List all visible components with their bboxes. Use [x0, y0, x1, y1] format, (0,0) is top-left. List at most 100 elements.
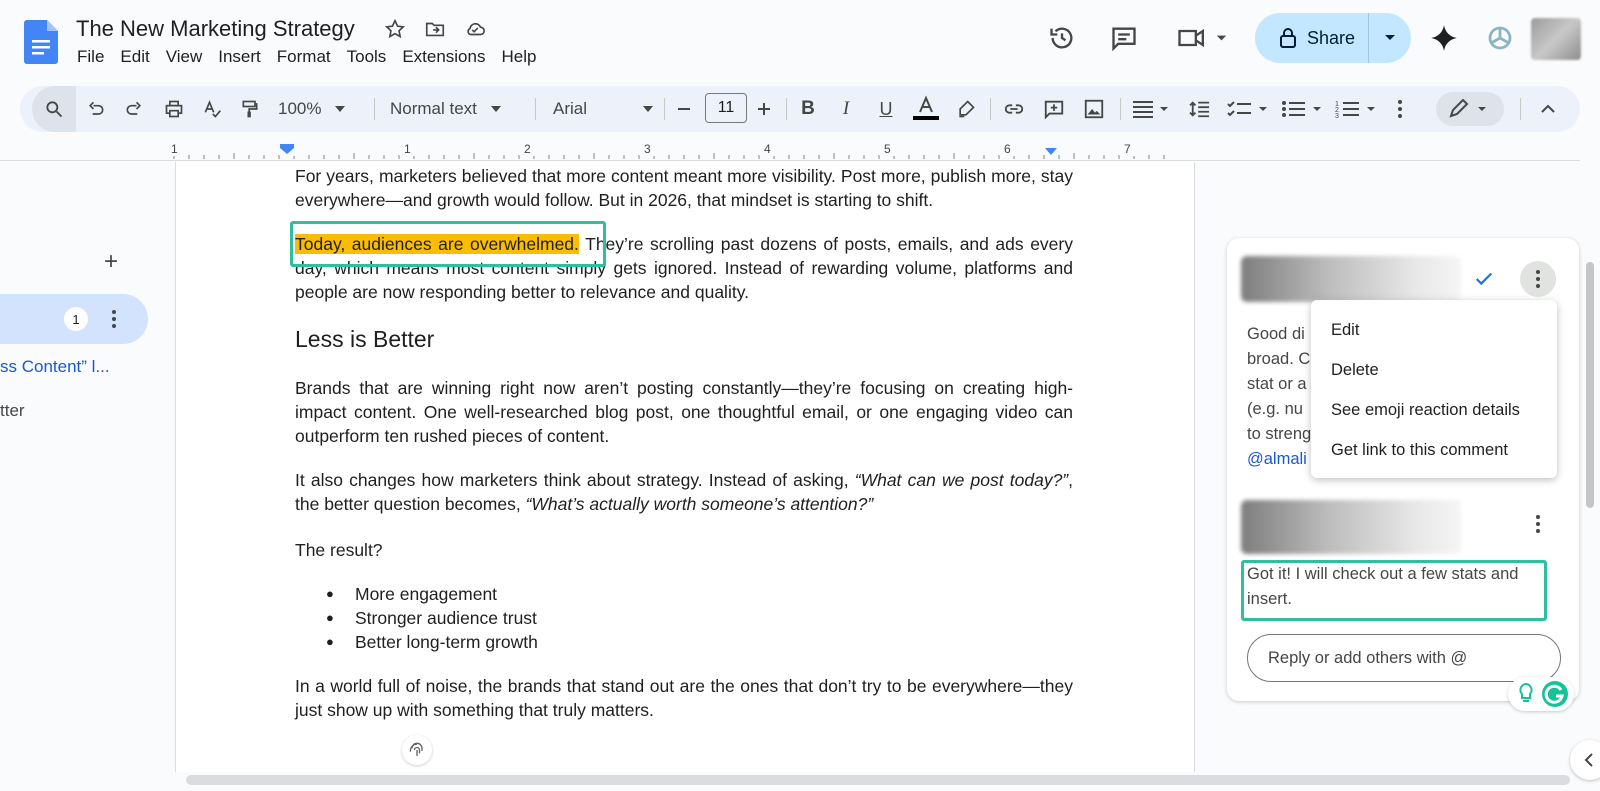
ruler[interactable]: 1 1 2 3 4 5 6 7 — [171, 142, 1195, 160]
tab-count-badge: 1 — [64, 307, 88, 331]
quote-2: “What’s actually worth someone’s attenti… — [525, 494, 874, 514]
menu-view[interactable]: View — [166, 47, 203, 67]
menu-file[interactable]: File — [77, 47, 104, 67]
search-menus-icon[interactable] — [32, 86, 76, 132]
chatgpt-extension-icon[interactable] — [1484, 22, 1516, 54]
list-item[interactable]: Better long-term growth — [326, 630, 538, 654]
font-value: Arial — [553, 99, 588, 118]
ruler-label: 5 — [884, 142, 891, 156]
reply-author-blurred — [1241, 500, 1461, 554]
bold-icon[interactable]: B — [796, 86, 820, 132]
comments-icon[interactable] — [1108, 22, 1140, 54]
redo-icon[interactable] — [120, 86, 148, 132]
menu-insert[interactable]: Insert — [218, 47, 261, 67]
paragraph-4[interactable]: It also changes how marketers think abou… — [295, 468, 1073, 516]
menu-item-delete[interactable]: Delete — [1311, 350, 1557, 390]
reply-annotation-box — [1241, 560, 1547, 621]
paint-format-icon[interactable] — [236, 86, 264, 132]
italic-icon[interactable]: I — [834, 86, 858, 132]
version-history-icon[interactable] — [1046, 22, 1078, 54]
menu-extensions[interactable]: Extensions — [402, 47, 485, 67]
list-item[interactable]: Stronger audience trust — [326, 606, 538, 630]
checklist-icon[interactable] — [1226, 86, 1274, 132]
ruler-label: 3 — [644, 142, 651, 156]
top-bar: The New Marketing Strategy File Edit Vie… — [0, 0, 1600, 78]
share-dropdown-icon[interactable] — [1369, 13, 1411, 63]
insert-image-icon[interactable] — [1080, 86, 1108, 132]
document-title[interactable]: The New Marketing Strategy — [76, 16, 355, 42]
tab-options-icon[interactable] — [104, 307, 124, 331]
underline-icon[interactable]: U — [874, 86, 898, 132]
style-value: Normal text — [390, 99, 477, 118]
right-indent-marker[interactable] — [1045, 148, 1057, 155]
move-folder-icon[interactable] — [424, 18, 446, 40]
ruler-label: 4 — [764, 142, 771, 156]
add-comment-icon[interactable] — [1040, 86, 1068, 132]
left-indent-marker[interactable] — [280, 144, 294, 154]
ruler-divider — [0, 160, 1580, 161]
style-select[interactable]: Normal text — [390, 86, 520, 132]
outline-item[interactable]: tter — [0, 401, 25, 421]
horizontal-scrollbar[interactable] — [186, 775, 1570, 785]
align-icon[interactable] — [1130, 86, 1172, 132]
lock-icon — [1280, 28, 1296, 48]
comment-author-blurred — [1241, 256, 1461, 302]
highlight-color-icon[interactable] — [954, 86, 978, 132]
paragraph-4-text-a: It also changes how marketers think abou… — [295, 470, 855, 490]
meet-video-icon[interactable] — [1176, 22, 1232, 54]
grammarly-widget[interactable] — [1508, 677, 1574, 711]
section-heading[interactable]: Less is Better — [295, 326, 434, 353]
insert-link-icon[interactable] — [1000, 86, 1028, 132]
menu-edit[interactable]: Edit — [120, 47, 149, 67]
menu-tools[interactable]: Tools — [347, 47, 387, 67]
increase-font-size-icon[interactable] — [752, 86, 776, 132]
fingerprint-icon[interactable] — [402, 735, 432, 765]
cloud-saved-icon[interactable] — [464, 18, 486, 40]
star-icon[interactable] — [384, 18, 406, 40]
bullet-list: More engagement Stronger audience trust … — [326, 582, 538, 654]
font-select[interactable]: Arial — [553, 86, 653, 132]
numbered-list-icon[interactable]: 123 — [1334, 86, 1382, 132]
menu-bar: File Edit View Insert Format Tools Exten… — [77, 47, 552, 67]
editing-mode-icon[interactable] — [1436, 92, 1504, 126]
highlight-annotation-box — [290, 221, 606, 267]
more-options-icon[interactable] — [1390, 86, 1410, 132]
reply-input[interactable]: Reply or add others with @ — [1247, 634, 1561, 682]
bulleted-list-icon[interactable] — [1280, 86, 1328, 132]
list-item[interactable]: More engagement — [326, 582, 538, 606]
font-size-input[interactable]: 11 — [705, 93, 747, 123]
paragraph-1[interactable]: For years, marketers believed that more … — [295, 164, 1073, 212]
reply-more-options-icon[interactable] — [1520, 506, 1556, 542]
svg-text:3: 3 — [1335, 113, 1339, 119]
resolve-check-icon[interactable] — [1470, 265, 1498, 293]
menu-item-edit[interactable]: Edit — [1311, 310, 1557, 350]
paragraph-6[interactable]: In a world full of noise, the brands tha… — [295, 674, 1073, 722]
collapse-menus-icon[interactable] — [1534, 86, 1562, 132]
zoom-select[interactable]: 100% — [278, 86, 358, 132]
outline-item-link[interactable]: ss Content” l... — [0, 357, 110, 377]
menu-help[interactable]: Help — [501, 47, 536, 67]
spellcheck-icon[interactable] — [198, 86, 226, 132]
side-panel-toggle[interactable] — [1570, 740, 1600, 780]
docs-logo-icon[interactable] — [24, 20, 58, 64]
decrease-font-size-icon[interactable] — [672, 86, 696, 132]
menu-format[interactable]: Format — [277, 47, 331, 67]
share-button[interactable]: Share — [1255, 13, 1411, 63]
text-color-icon[interactable] — [912, 86, 940, 132]
paragraph-3[interactable]: Brands that are winning right now aren’t… — [295, 376, 1073, 448]
line-spacing-icon[interactable] — [1186, 86, 1214, 132]
ruler-label: 2 — [524, 142, 531, 156]
menu-item-get-link[interactable]: Get link to this comment — [1311, 430, 1557, 470]
undo-icon[interactable] — [82, 86, 110, 132]
zoom-value: 100% — [278, 99, 322, 118]
account-avatar[interactable] — [1531, 18, 1581, 60]
quote-1: “What can we post today?” — [854, 470, 1069, 490]
vertical-scrollbar[interactable] — [1586, 262, 1594, 508]
paragraph-5[interactable]: The result? — [295, 538, 1073, 562]
share-label: Share — [1307, 27, 1356, 48]
print-icon[interactable] — [160, 86, 188, 132]
menu-item-emoji-details[interactable]: See emoji reaction details — [1311, 390, 1557, 430]
gemini-icon[interactable] — [1428, 22, 1460, 54]
comment-more-options-icon[interactable] — [1520, 261, 1556, 297]
add-tab-icon[interactable]: + — [104, 248, 118, 276]
